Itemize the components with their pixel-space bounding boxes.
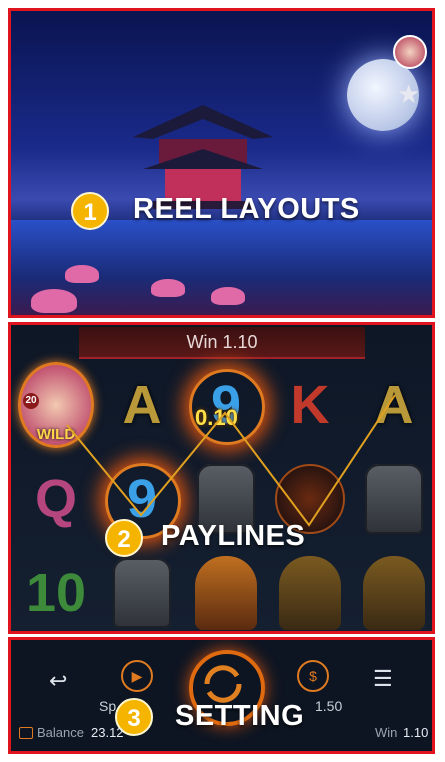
autoplay-icon[interactable]: ▶ (121, 660, 153, 692)
lotus (31, 289, 77, 313)
spin-label: Sp (99, 698, 117, 714)
back-icon[interactable]: ↩ (49, 668, 67, 694)
win-value: 1.10 (403, 725, 429, 740)
setting-panel: ↩ ▶ $ ☰ Sp 1.50 3 SETTING Balance 23.12 … (8, 637, 435, 754)
callout-label: PAYLINES (161, 520, 306, 552)
menu-icon[interactable]: ☰ (373, 666, 393, 692)
wallet-icon (19, 727, 33, 739)
callout-badge: 1 (71, 192, 109, 230)
reel-layouts-panel: ★ 1 REEL LAYOUTS (8, 8, 435, 318)
win-label: Win (375, 725, 398, 740)
status-bar: Balance 23.12 Win 1.10 (11, 725, 432, 745)
balance-label: Balance (37, 725, 84, 740)
coin-icon[interactable]: $ (297, 660, 329, 692)
lotus (151, 279, 185, 297)
callout-badge: 2 (105, 519, 143, 557)
payline (66, 394, 396, 527)
lotus (65, 265, 99, 283)
callout-label: REEL LAYOUTS (133, 193, 360, 225)
bet-value: 1.50 (315, 698, 343, 714)
paylines-panel: Win 1.10 20 WILD A 9 0.10 K A Q 9 10 2 P… (8, 322, 435, 634)
avatar[interactable] (393, 35, 427, 69)
balance-value: 23.12 (91, 725, 124, 740)
lotus (211, 287, 245, 305)
star-icon[interactable]: ★ (397, 81, 420, 107)
